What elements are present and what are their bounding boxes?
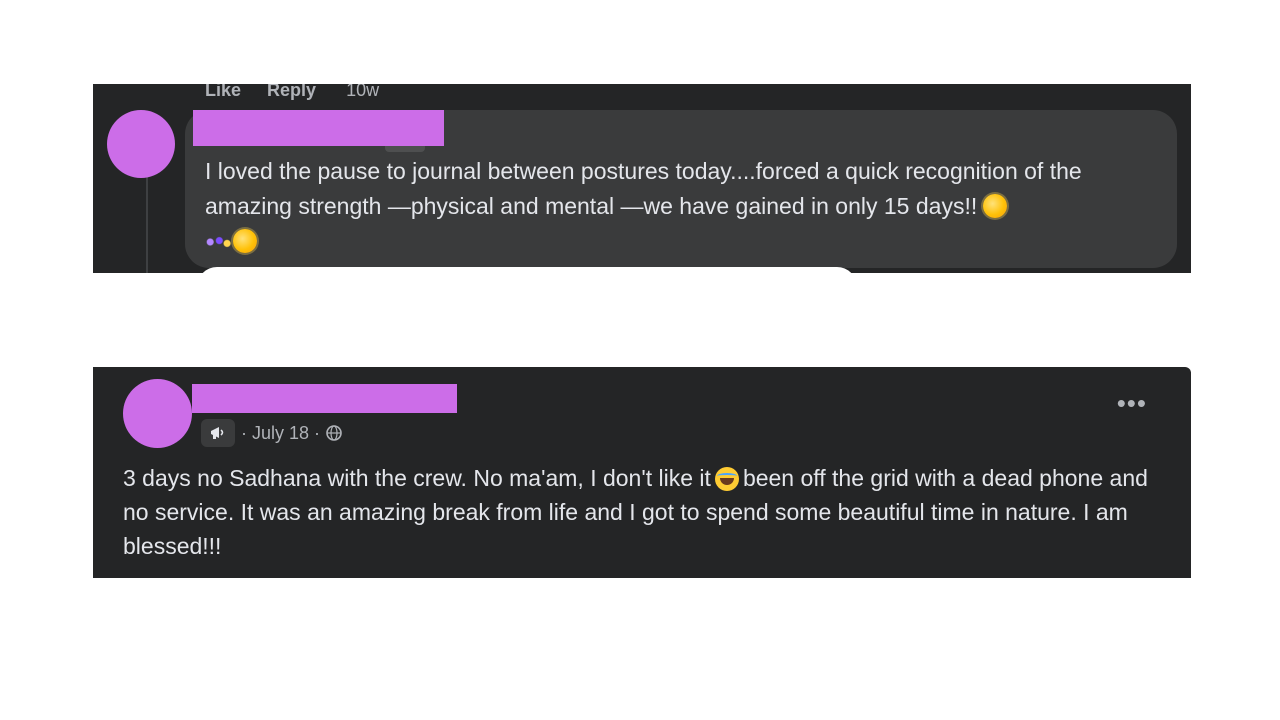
avatar[interactable] bbox=[123, 379, 192, 448]
redacted-author-name[interactable] bbox=[193, 110, 444, 146]
reply-box[interactable] bbox=[197, 267, 857, 273]
avatar[interactable] bbox=[107, 110, 175, 178]
comment-timestamp[interactable]: 10w bbox=[346, 84, 379, 101]
megaphone-icon[interactable] bbox=[201, 419, 235, 447]
sparkles-emoji bbox=[205, 235, 231, 249]
redacted-author-name[interactable] bbox=[192, 384, 457, 413]
post-panel: · July 18 · ••• 3 days no Sadhana with t… bbox=[93, 367, 1191, 578]
sun-emoji bbox=[233, 229, 257, 253]
more-options-button[interactable]: ••• bbox=[1117, 390, 1147, 416]
globe-icon[interactable] bbox=[326, 425, 342, 441]
previous-comment-actions: Like Reply 10w bbox=[205, 84, 379, 102]
sun-emoji bbox=[983, 194, 1008, 218]
post-text: 3 days no Sadhana with the crew. No ma'a… bbox=[123, 461, 1178, 563]
comment-panel: Like Reply 10w I loved the pause to jour… bbox=[93, 84, 1191, 273]
reply-link[interactable]: Reply bbox=[267, 84, 316, 101]
megaphone-icon-svg bbox=[211, 427, 224, 439]
post-body-start: 3 days no Sadhana with the crew. No ma'a… bbox=[123, 465, 711, 491]
post-date[interactable]: · July 18 · bbox=[241, 423, 320, 444]
post-meta: · July 18 · bbox=[201, 419, 342, 447]
like-link[interactable]: Like bbox=[205, 84, 241, 101]
laughing-crying-emoji bbox=[714, 467, 739, 491]
thread-line bbox=[146, 176, 148, 273]
comment-body: I loved the pause to journal between pos… bbox=[205, 158, 1082, 219]
comment-text: I loved the pause to journal between pos… bbox=[205, 154, 1160, 259]
